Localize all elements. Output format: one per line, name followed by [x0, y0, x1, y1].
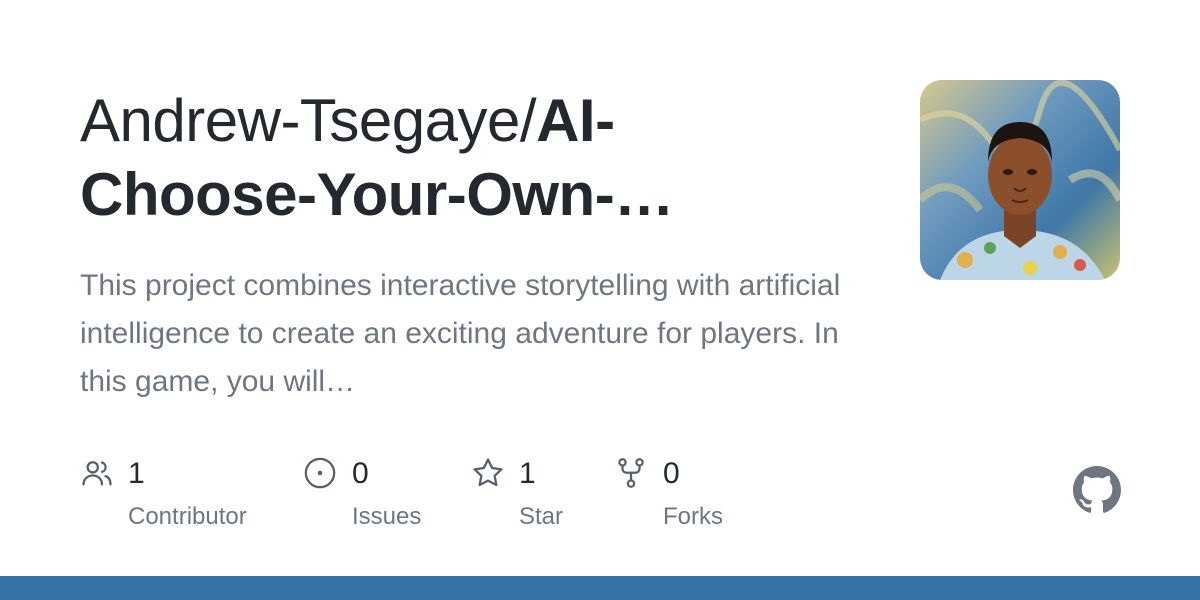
- github-icon: [1073, 466, 1121, 513]
- repo-forked-icon: [618, 458, 644, 488]
- contributors-count: 1: [128, 457, 145, 490]
- issue-opened-icon: [304, 457, 336, 489]
- repo-name-line2: Choose-Your-Own-…: [80, 161, 674, 228]
- issues-label: Issues: [352, 503, 422, 530]
- repo-title: Andrew-Tsegaye/AI- Choose-Your-Own-…: [80, 84, 880, 232]
- owner-avatar: [920, 80, 1120, 280]
- star-icon: [473, 458, 503, 487]
- stars-count: 1: [519, 457, 536, 490]
- repo-name-line1: AI-: [536, 87, 615, 154]
- people-icon: [82, 461, 112, 486]
- forks-count: 0: [663, 457, 680, 490]
- language-color-bar: [0, 576, 1200, 600]
- forks-label: Forks: [663, 503, 723, 530]
- issues-count: 0: [352, 457, 369, 490]
- repo-owner: Andrew-Tsegaye/: [80, 87, 537, 154]
- repo-description: This project combines interactive storyt…: [80, 269, 841, 398]
- stars-label: Star: [519, 503, 564, 530]
- contributors-label: Contributor: [128, 503, 247, 530]
